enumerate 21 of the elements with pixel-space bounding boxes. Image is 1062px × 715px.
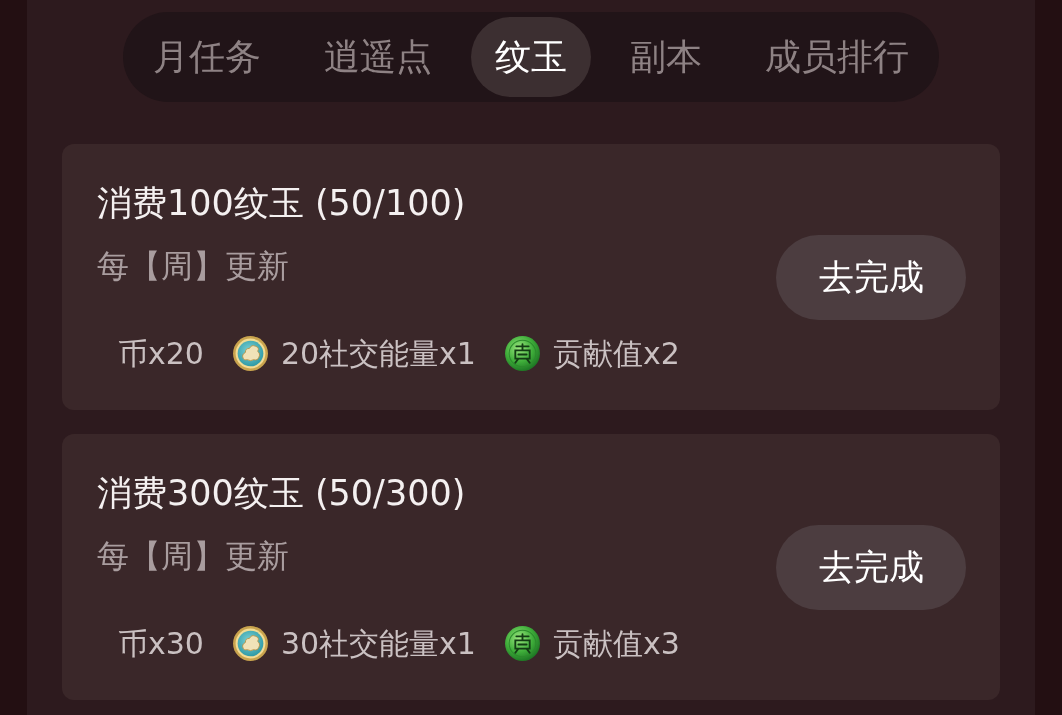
tab[interactable]: 纹玉 <box>471 17 591 97</box>
cloud-coin-icon <box>231 335 269 372</box>
jade-coin-icon <box>503 335 541 372</box>
go-complete-button[interactable]: 去完成 <box>776 525 966 610</box>
cloud-coin-icon <box>231 625 269 662</box>
tab[interactable]: 成员排行 <box>741 17 933 97</box>
jade-coin-icon <box>503 625 541 662</box>
reward-label: 贡献值x3 <box>552 625 680 662</box>
task-title: 消费100纹玉 (50/100) <box>97 183 467 223</box>
go-complete-button[interactable]: 去完成 <box>776 235 966 320</box>
refresh-text: 每【周】更新 <box>97 248 290 284</box>
tab[interactable]: 副本 <box>606 17 726 97</box>
reward-label: 币x20 <box>118 335 204 372</box>
reward-label: 30社交能量x1 <box>280 625 476 662</box>
tab[interactable]: 逍遥点 <box>300 17 456 97</box>
refresh-text: 每【周】更新 <box>97 538 290 574</box>
reward-label: 币x30 <box>118 625 204 662</box>
tab[interactable]: 月任务 <box>129 17 285 97</box>
reward-label: 贡献值x2 <box>552 335 680 372</box>
reward-label: 20社交能量x1 <box>280 335 476 372</box>
task-title: 消费300纹玉 (50/300) <box>97 473 467 513</box>
